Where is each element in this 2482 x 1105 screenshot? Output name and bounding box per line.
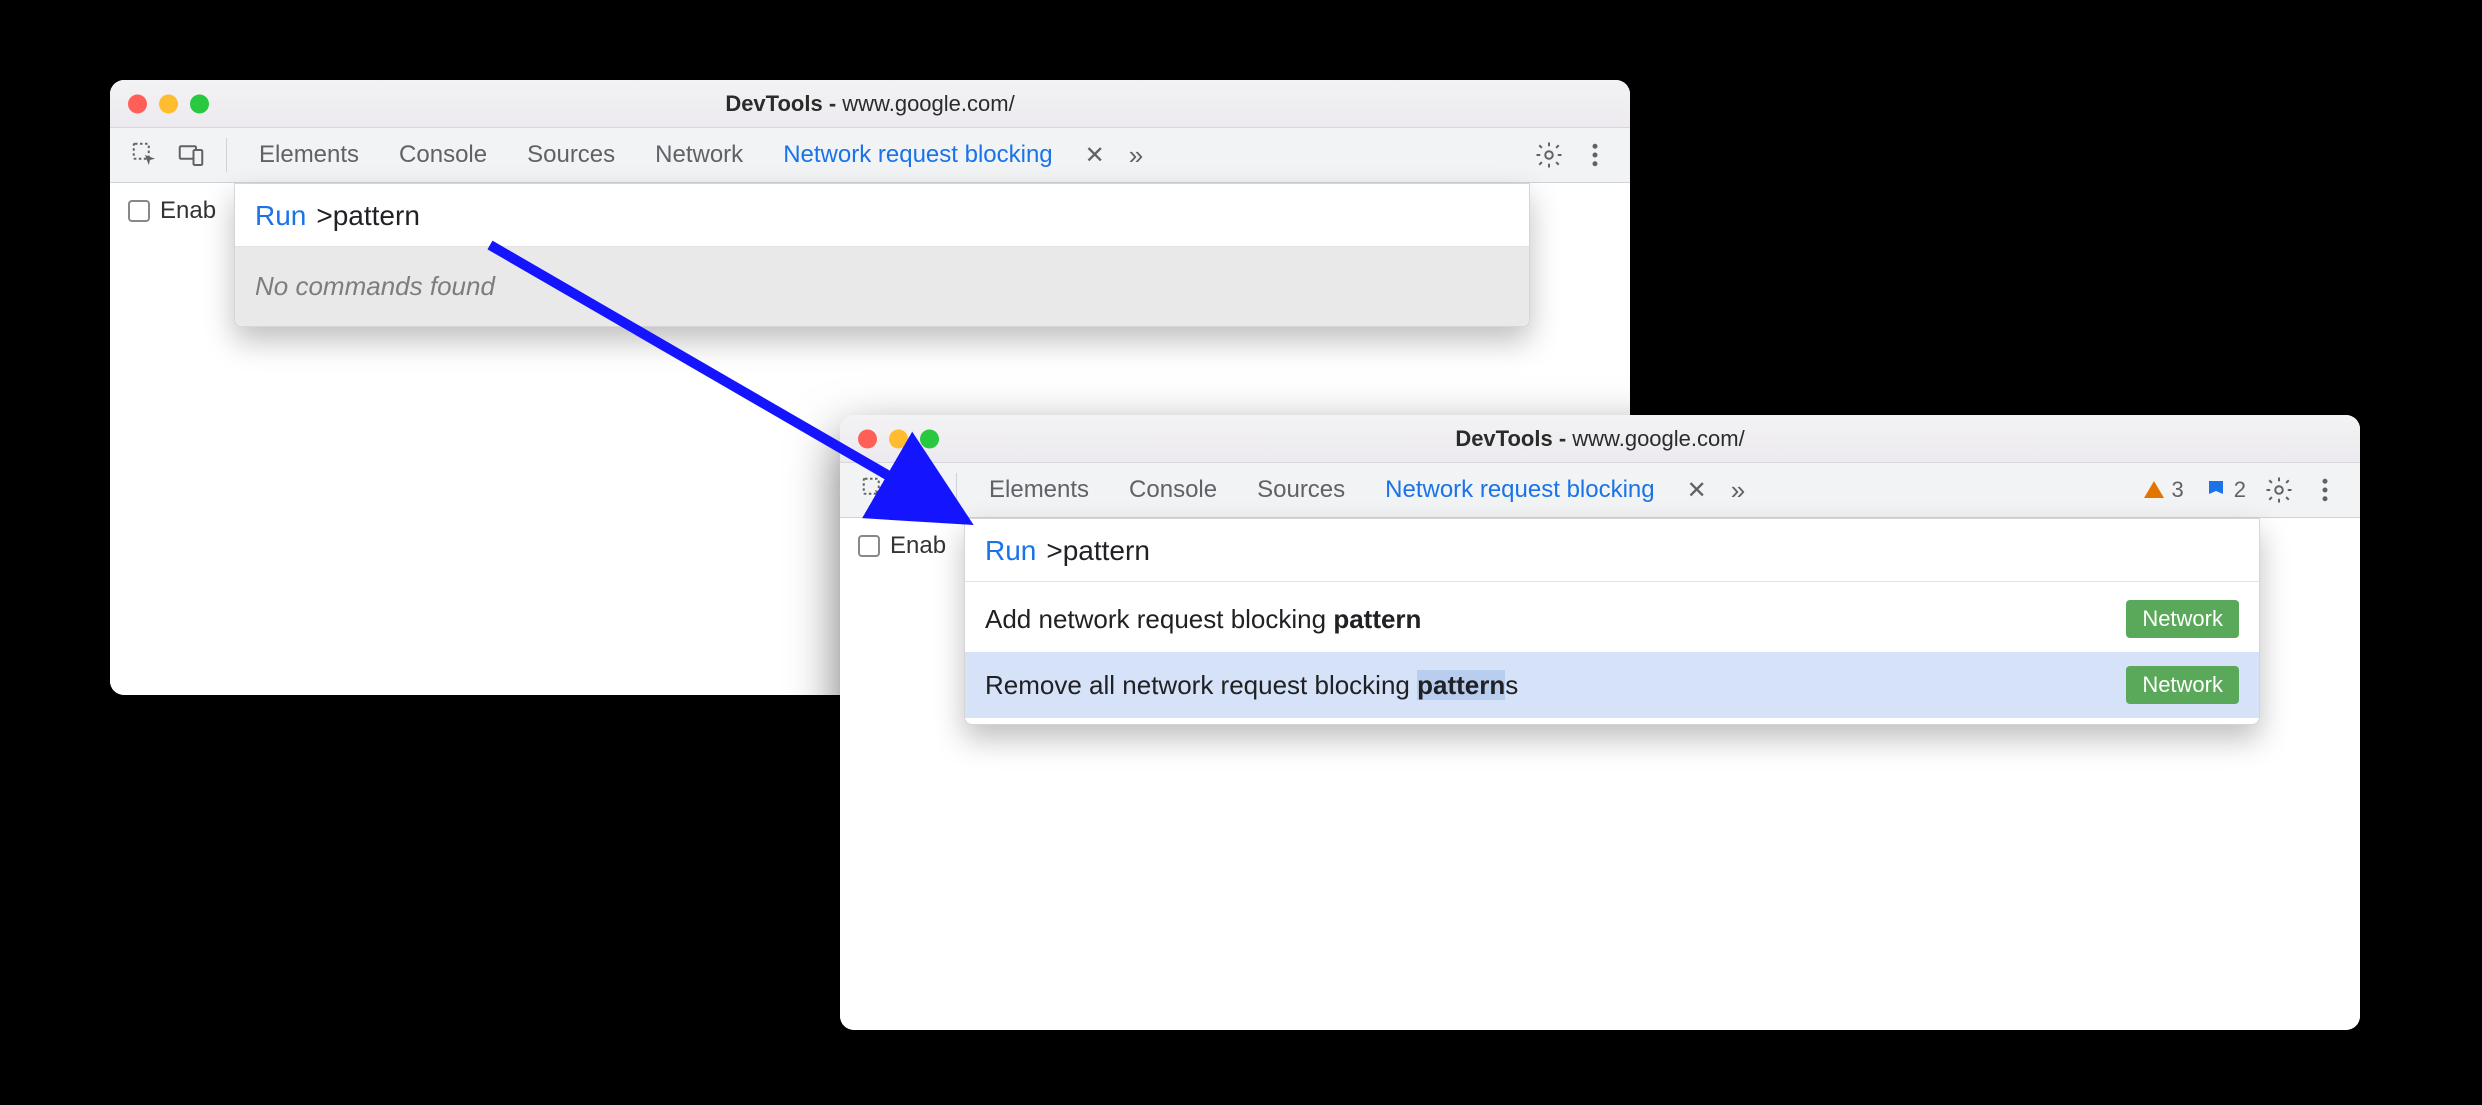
tab-network-request-blocking[interactable]: Network request blocking [765,141,1070,169]
command-results: Add network request blocking pattern Net… [965,582,2259,724]
command-item-prefix: Add network request blocking [985,604,1333,634]
tab-sources[interactable]: Sources [509,141,633,169]
issues-count: 2 [2234,477,2246,503]
panel-content: Enab Run >pattern Add network request bl… [840,518,2360,1030]
enable-blocking-checkbox[interactable] [128,200,150,222]
command-item-suffix: s [1505,670,1518,700]
run-prefix: Run [985,535,1036,567]
close-tab-button[interactable]: ✕ [1677,476,1717,505]
inspect-element-icon[interactable] [854,471,896,509]
command-palette: Run >pattern No commands found [234,183,1530,327]
command-input[interactable]: Run >pattern [235,184,1529,247]
tab-console[interactable]: Console [1111,476,1235,504]
divider [956,473,957,507]
tab-elements[interactable]: Elements [971,476,1107,504]
command-input[interactable]: Run >pattern [965,519,2259,582]
close-window-button[interactable] [128,94,147,113]
devtools-toolbar: Elements Console Sources Network request… [840,463,2360,518]
close-window-button[interactable] [858,429,877,448]
command-item-prefix: Remove all network request blocking [985,670,1417,700]
command-query: >pattern [1046,535,1150,567]
warnings-badge[interactable]: 3 [2134,477,2192,503]
device-toolbar-icon[interactable] [170,136,212,174]
device-toolbar-icon[interactable] [900,471,942,509]
enable-blocking-label: Enab [890,532,946,560]
window-title: DevTools - www.google.com/ [725,91,1014,117]
warning-icon [2142,478,2166,502]
enable-blocking-checkbox[interactable] [858,535,880,557]
inspect-element-icon[interactable] [124,136,166,174]
command-item-match: pattern [1417,670,1505,700]
close-tab-button[interactable]: ✕ [1075,141,1115,170]
warnings-count: 3 [2172,477,2184,503]
command-empty-text: No commands found [235,247,1529,326]
more-tabs-button[interactable]: » [1119,140,1153,171]
zoom-window-button[interactable] [190,94,209,113]
zoom-window-button[interactable] [920,429,939,448]
settings-icon[interactable] [2258,471,2300,509]
command-palette: Run >pattern Add network request blockin… [964,518,2260,725]
settings-icon[interactable] [1528,136,1570,174]
command-query: >pattern [316,200,420,232]
minimize-window-button[interactable] [889,429,908,448]
tab-console[interactable]: Console [381,141,505,169]
more-tabs-button[interactable]: » [1721,475,1755,506]
issues-badge[interactable]: 2 [2196,477,2254,503]
traffic-lights [128,94,209,113]
traffic-lights [858,429,939,448]
enable-blocking-label: Enab [160,197,216,225]
command-category-badge: Network [2126,666,2239,704]
issue-flag-icon [2204,478,2228,502]
tab-sources[interactable]: Sources [1239,476,1363,504]
devtools-window-after: DevTools - www.google.com/ Elements Cons… [840,415,2360,1030]
run-prefix: Run [255,200,306,232]
devtools-toolbar: Elements Console Sources Network Network… [110,128,1630,183]
tab-network[interactable]: Network [637,141,761,169]
command-item-remove-all-patterns[interactable]: Remove all network request blocking patt… [965,652,2259,718]
window-title: DevTools - www.google.com/ [1455,426,1744,452]
titlebar[interactable]: DevTools - www.google.com/ [110,80,1630,128]
kebab-menu-icon[interactable] [2304,471,2346,509]
minimize-window-button[interactable] [159,94,178,113]
command-item-add-pattern[interactable]: Add network request blocking pattern Net… [965,586,2259,652]
titlebar[interactable]: DevTools - www.google.com/ [840,415,2360,463]
tab-network-request-blocking[interactable]: Network request blocking [1367,476,1672,504]
tab-elements[interactable]: Elements [241,141,377,169]
kebab-menu-icon[interactable] [1574,136,1616,174]
command-category-badge: Network [2126,600,2239,638]
divider [226,138,227,172]
command-item-match: pattern [1333,604,1421,634]
